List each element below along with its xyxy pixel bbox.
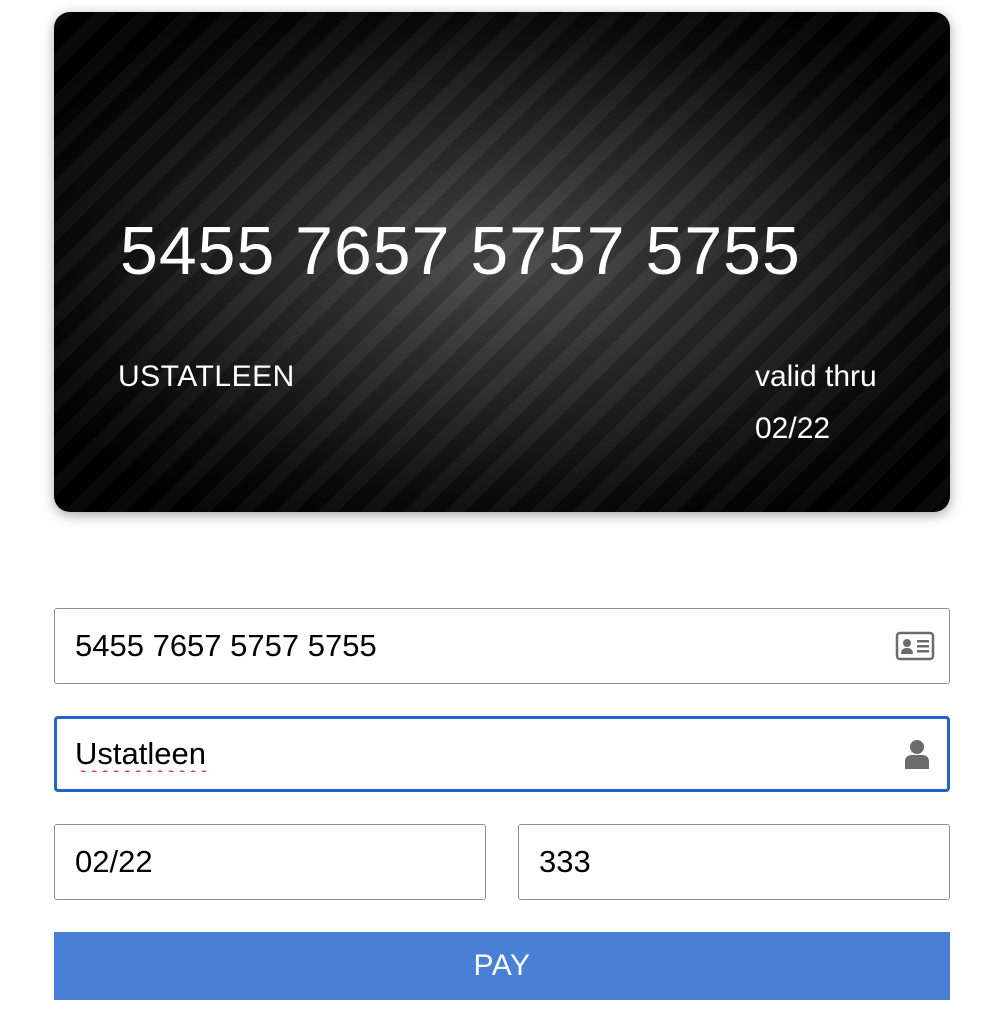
cardholder-name-field: [54, 716, 950, 792]
cvc-field: [518, 824, 950, 900]
valid-thru-label: valid thru: [755, 360, 877, 393]
card-holder-display: USTATLEEN: [118, 360, 295, 393]
card-expiry-display: 02/22: [755, 412, 831, 445]
id-card-icon: [895, 631, 935, 661]
pay-button[interactable]: PAY: [54, 932, 950, 1000]
card-number-display: 5455 7657 5757 5755: [120, 213, 801, 289]
card-number-field: [54, 608, 950, 684]
expiry-field: [54, 824, 486, 900]
cardholder-name-input[interactable]: [57, 719, 947, 789]
user-icon: [893, 739, 933, 769]
expiry-input[interactable]: [55, 825, 485, 899]
payment-page: 5455 7657 5757 5755 USTATLEEN valid thru…: [0, 0, 992, 1034]
card-number-input[interactable]: [55, 609, 949, 683]
credit-card-preview: 5455 7657 5757 5755 USTATLEEN valid thru…: [54, 12, 950, 512]
cvc-input[interactable]: [519, 825, 949, 899]
